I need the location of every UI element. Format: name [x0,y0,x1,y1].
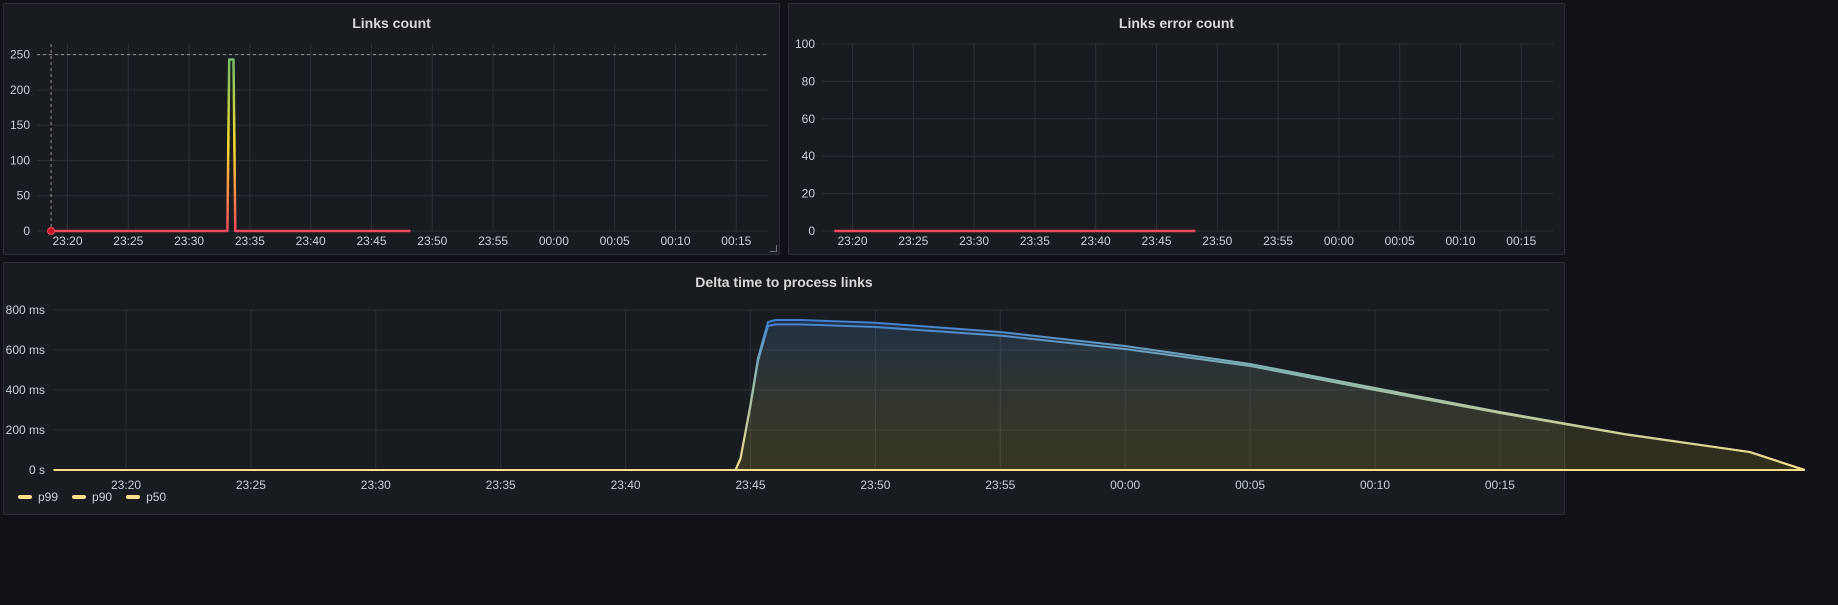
legend-swatch-p90 [72,495,87,499]
delta-time-legend: p99 p90 p50 [18,490,166,504]
y-tick-label: 250 [10,48,30,62]
x-tick-label: 00:10 [660,234,690,248]
x-tick-label: 23:35 [235,234,265,248]
x-tick-label: 23:55 [478,234,508,248]
x-tick-label: 23:55 [985,478,1015,492]
links-error-count-panel[interactable]: Links error count 0 20 40 60 80 100 23:20 23:25… [788,3,1565,255]
x-tick-label: 23:30 [959,234,989,248]
links-error-count-chart[interactable]: 0 20 40 60 80 100 23:20 23:25 23:30 23:35 23:40 23:… [789,4,1566,256]
y-tick-label: 150 [10,118,30,132]
y-tick-label: 0 s [29,463,45,477]
links-count-panel[interactable]: Links count 0 50 100 150 200 250 23:20 23:25 23:… [3,3,780,255]
y-tick-label: 400 ms [6,383,45,397]
x-tick-label: 23:20 [837,234,867,248]
x-tick-label: 23:30 [361,478,391,492]
links-count-chart[interactable]: 0 50 100 150 200 250 23:20 23:25 23:30 23:35 23:40… [4,4,781,256]
x-tick-label: 00:05 [1385,234,1415,248]
y-tick-label: 60 [802,112,816,126]
x-tick-label: 00:00 [1324,234,1354,248]
y-tick-label: 100 [10,153,30,167]
delta-time-chart[interactable]: 0 s200 ms400 ms600 ms800 ms23:20 23:25 23:… [4,263,1806,516]
x-tick-label: 23:30 [174,234,204,248]
x-tick-label: 23:40 [296,234,326,248]
x-tick-label: 23:50 [1202,234,1232,248]
series-line-links-count [49,58,411,233]
x-tick-label: 00:00 [1110,478,1140,492]
legend-item-p99[interactable]: p99 [18,490,58,504]
x-tick-label: 23:25 [236,478,266,492]
x-tick-label: 00:10 [1445,234,1475,248]
annotation-marker-dot [47,227,56,235]
x-tick-label: 23:45 [356,234,386,248]
y-tick-label: 80 [802,74,816,88]
y-tick-label: 0 [23,224,30,238]
x-tick-label: 23:40 [611,478,641,492]
x-tick-label: 23:25 [113,234,143,248]
x-tick-label: 23:40 [1081,234,1111,248]
x-tick-label: 23:35 [486,478,516,492]
x-tick-label: 23:50 [860,478,890,492]
x-tick-label: 00:15 [721,234,751,248]
y-tick-label: 200 [10,83,30,97]
series-area-p99 [53,320,1805,470]
y-tick-label: 200 ms [6,423,45,437]
y-tick-label: 100 [795,37,815,51]
x-tick-label: 23:50 [417,234,447,248]
y-tick-label: 600 ms [6,343,45,357]
x-tick-label: 23:35 [1020,234,1050,248]
legend-label-p99[interactable]: p99 [38,490,58,504]
legend-item-p90[interactable]: p90 [72,490,112,504]
x-tick-label: 00:15 [1485,478,1515,492]
x-tick-label: 23:20 [52,234,82,248]
legend-swatch-p99 [18,495,32,499]
x-tick-label: 00:05 [600,234,630,248]
y-tick-label: 50 [17,189,31,203]
legend-label-p50[interactable]: p50 [146,490,166,504]
x-tick-label: 23:45 [735,478,765,492]
x-tick-label: 23:45 [1141,234,1171,248]
legend-swatch-p50 [126,495,141,499]
resize-handle-icon[interactable] [770,245,777,252]
delta-time-panel[interactable]: Delta time to process links 0 s 200 ms 400… [3,262,1806,516]
x-tick-label: 00:00 [539,234,569,248]
y-tick-label: 20 [802,187,816,201]
legend-item-p50[interactable]: p50 [126,490,166,504]
x-tick-label: 00:05 [1235,478,1265,492]
x-tick-label: 00:15 [1506,234,1536,248]
x-tick-label: 23:55 [1263,234,1293,248]
x-tick-label: 23:25 [898,234,928,248]
x-tick-label: 00:10 [1360,478,1390,492]
y-tick-label: 0 [808,224,815,238]
legend-label-p90[interactable]: p90 [92,490,112,504]
y-tick-label: 800 ms [6,303,45,317]
y-tick-label: 40 [802,149,816,163]
